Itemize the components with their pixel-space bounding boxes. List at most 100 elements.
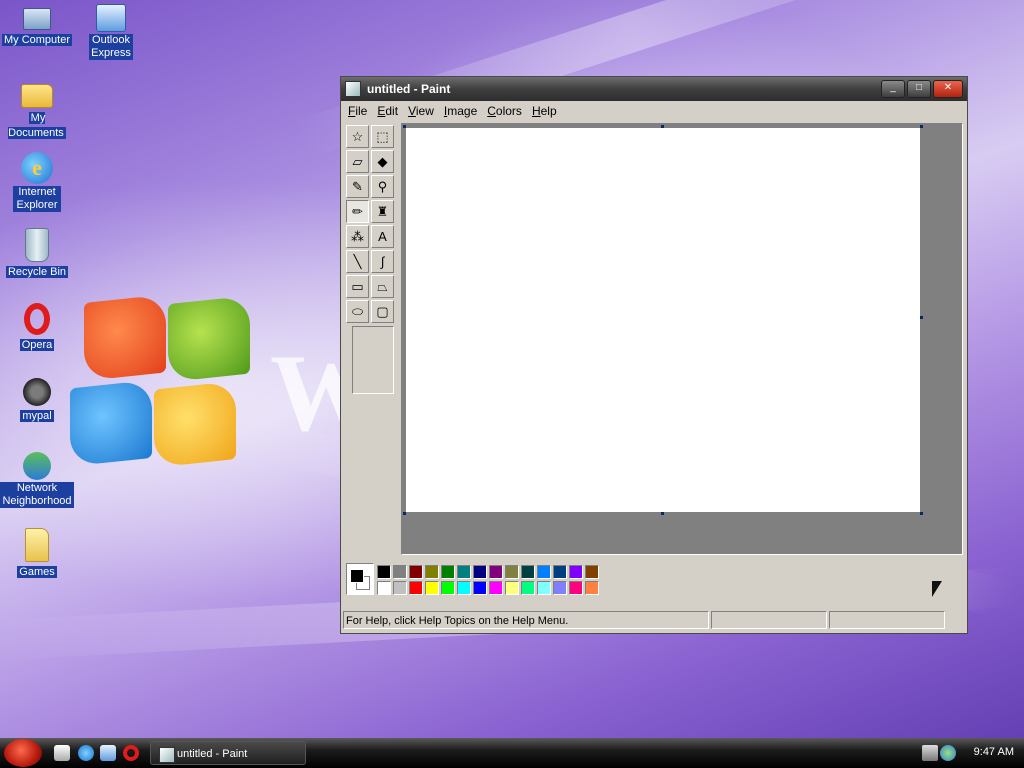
resize-handle-top-right (920, 125, 923, 128)
color-swatch[interactable] (537, 565, 551, 579)
desktop-icon-opera[interactable]: Opera (0, 303, 74, 352)
menu-view[interactable]: View (403, 104, 439, 118)
tool-curve[interactable]: ∫ (371, 250, 394, 273)
color-swatch[interactable] (473, 565, 487, 579)
foreground-color (350, 569, 364, 583)
network-tray-icon[interactable] (922, 745, 938, 761)
tool-rounded-rectangle[interactable]: ▢ (371, 300, 394, 323)
color-swatch[interactable] (521, 565, 535, 579)
color-swatch[interactable] (393, 565, 407, 579)
outlook-express-icon (96, 4, 126, 32)
tool-ellipse[interactable]: ⬭ (346, 300, 369, 323)
color-swatch[interactable] (409, 565, 423, 579)
menu-edit[interactable]: Edit (372, 104, 403, 118)
color-swatch[interactable] (505, 565, 519, 579)
color-swatch[interactable] (473, 581, 487, 595)
color-swatch[interactable] (441, 565, 455, 579)
internet-explorer-icon: e (21, 152, 53, 184)
color-swatch[interactable] (505, 581, 519, 595)
tool-options[interactable] (352, 326, 394, 394)
color-swatch[interactable] (377, 581, 391, 595)
color-swatch[interactable] (569, 565, 583, 579)
paint-body: ☆ ⬚ ▱ ◆ ✎ ⚲ ✏ ♜ ⁂ A ╲ ∫ ▭ ⏢ ⬭ ▢ (343, 123, 965, 555)
tool-brush[interactable]: ♜ (371, 200, 394, 223)
title-bar[interactable]: untitled - Paint _ □ ✕ (341, 77, 967, 101)
color-swatch[interactable] (569, 581, 583, 595)
paint-app-icon[interactable] (345, 81, 361, 97)
tool-pick-color[interactable]: ✎ (346, 175, 369, 198)
desktop-icon-mypal[interactable]: mypal (0, 378, 74, 423)
network-icon (23, 452, 51, 480)
internet-explorer-icon[interactable] (78, 745, 94, 761)
close-button[interactable]: ✕ (933, 80, 963, 98)
tool-magnifier[interactable]: ⚲ (371, 175, 394, 198)
drawing-canvas[interactable] (406, 128, 920, 512)
desktop-icon-label: Opera (19, 339, 55, 351)
desktop-icon-label: Outlook Express (89, 34, 133, 60)
color-swatch[interactable] (585, 565, 599, 579)
tool-eraser[interactable]: ▱ (346, 150, 369, 173)
status-size (829, 611, 945, 629)
tool-free-form-select[interactable]: ☆ (346, 125, 369, 148)
color-swatch[interactable] (457, 565, 471, 579)
status-bar: For Help, click Help Topics on the Help … (343, 611, 965, 631)
recycle-bin-icon (25, 228, 49, 262)
tool-fill-with-color[interactable]: ◆ (371, 150, 394, 173)
color-swatch[interactable] (457, 581, 471, 595)
resize-handle-corner[interactable] (920, 512, 923, 515)
maximize-button[interactable]: □ (907, 80, 931, 98)
tool-rectangle[interactable]: ▭ (346, 275, 369, 298)
color-swatch[interactable] (489, 565, 503, 579)
desktop-icon-label: Recycle Bin (5, 266, 69, 278)
tool-line[interactable]: ╲ (346, 250, 369, 273)
desktop-icon-my-computer[interactable]: My Computer (0, 4, 74, 47)
color-swatch[interactable] (409, 581, 423, 595)
resize-handle-bottom[interactable] (661, 512, 664, 515)
tool-polygon[interactable]: ⏢ (371, 275, 394, 298)
taskbar-button-paint[interactable]: untitled - Paint (150, 741, 306, 765)
color-swatch[interactable] (425, 581, 439, 595)
desktop-icon-games[interactable]: Games (0, 528, 74, 579)
paint-window: untitled - Paint _ □ ✕ File Edit View Im… (340, 76, 968, 634)
color-swatch[interactable] (425, 565, 439, 579)
start-button[interactable] (4, 739, 42, 767)
resize-handle-right[interactable] (920, 316, 923, 319)
menu-image[interactable]: Image (439, 104, 482, 118)
desktop-icon-label: Games (17, 566, 57, 578)
menu-file[interactable]: File (343, 104, 372, 118)
status-help-text: For Help, click Help Topics on the Help … (343, 611, 709, 629)
tool-pencil[interactable]: ✏ (346, 200, 369, 223)
show-desktop-icon[interactable] (54, 745, 70, 761)
color-swatch[interactable] (377, 565, 391, 579)
desktop-icon-label: Network Neighborhood (0, 482, 74, 508)
desktop-icon-network-neighborhood[interactable]: Network Neighborhood (0, 452, 74, 508)
tool-airbrush[interactable]: ⁂ (346, 225, 369, 248)
paint-app-icon (159, 747, 175, 763)
color-swatch[interactable] (537, 581, 551, 595)
color-swatch[interactable] (441, 581, 455, 595)
color-swatch[interactable] (489, 581, 503, 595)
tool-text[interactable]: A (371, 225, 394, 248)
color-swatch[interactable] (585, 581, 599, 595)
security-tray-icon[interactable] (940, 745, 956, 761)
color-swatch[interactable] (521, 581, 535, 595)
tool-select[interactable]: ⬚ (371, 125, 394, 148)
clock[interactable]: 9:47 AM (974, 746, 1014, 758)
desktop-icon-recycle-bin[interactable]: Recycle Bin (0, 228, 74, 279)
minimize-button[interactable]: _ (881, 80, 905, 98)
color-swatch[interactable] (393, 581, 407, 595)
windows-logo (70, 286, 250, 475)
mypal-icon (23, 378, 51, 406)
resize-handle-top (661, 125, 664, 128)
desktop-icon-my-documents[interactable]: My Documents (0, 78, 74, 140)
color-swatch[interactable] (553, 565, 567, 579)
desktop-icon-internet-explorer[interactable]: e Internet Explorer (0, 152, 74, 212)
menu-help[interactable]: Help (527, 104, 562, 118)
menu-bar: File Edit View Image Colors Help (341, 101, 967, 121)
desktop-icon-outlook-express[interactable]: Outlook Express (74, 4, 148, 60)
menu-colors[interactable]: Colors (482, 104, 527, 118)
opera-icon[interactable] (123, 745, 139, 761)
color-swatch[interactable] (553, 581, 567, 595)
system-tray: 9:47 AM (920, 738, 1024, 768)
outlook-express-icon[interactable] (100, 745, 116, 761)
